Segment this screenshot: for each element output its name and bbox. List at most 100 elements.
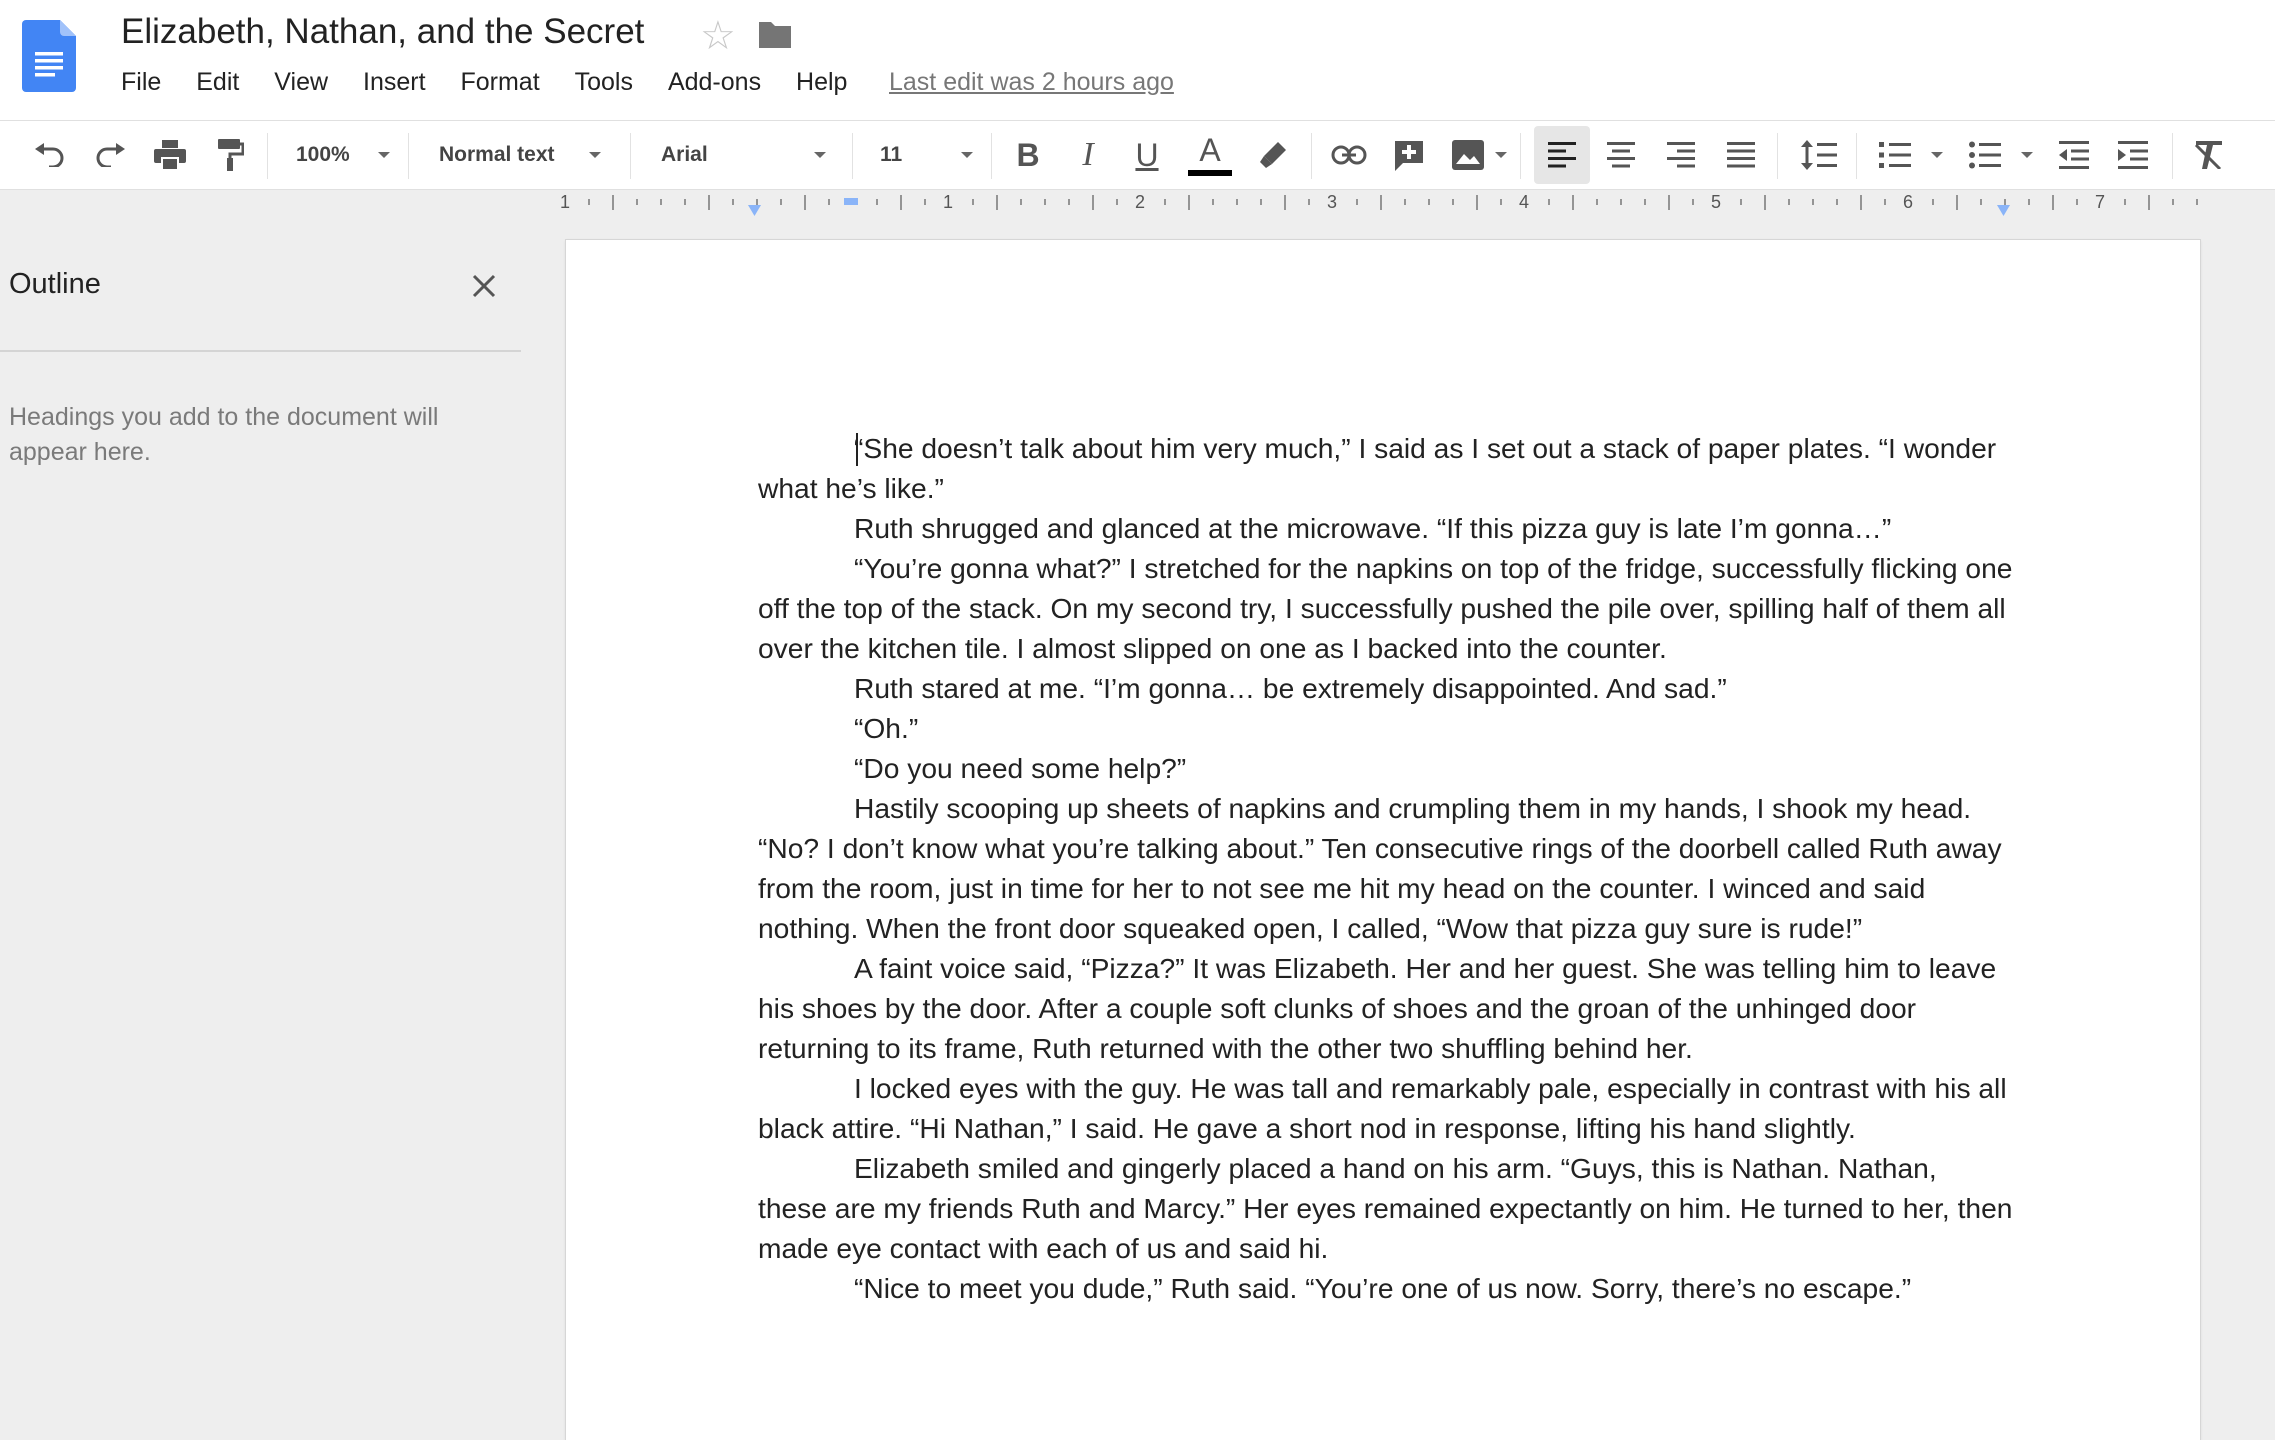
numbered-list-button[interactable] [1873, 121, 1917, 189]
align-left-button[interactable] [1534, 126, 1590, 184]
clear-formatting-button[interactable] [2187, 121, 2231, 189]
right-indent-marker[interactable] [1997, 205, 2010, 216]
separator [2172, 133, 2173, 179]
paragraph[interactable]: “You’re gonna what?” I stretched for the… [758, 548, 2013, 668]
ruler-number: 7 [2095, 192, 2105, 212]
chevron-down-icon[interactable] [2021, 152, 2033, 158]
first-line-indent-marker[interactable] [844, 198, 858, 205]
highlight-button[interactable] [1251, 121, 1295, 189]
italic-button[interactable]: I [1066, 121, 1110, 189]
decrease-indent-icon [2059, 141, 2089, 169]
font-size-select[interactable]: 11 [880, 121, 973, 189]
highlight-pen-icon [1260, 142, 1286, 168]
app-header: Elizabeth, Nathan, and the Secret ☆ File… [0, 0, 2275, 120]
ruler-number: 2 [1135, 192, 1145, 212]
menu-view[interactable]: View [274, 68, 328, 97]
align-right-button[interactable] [1659, 121, 1703, 189]
chevron-down-icon [589, 152, 601, 158]
menu-file[interactable]: File [121, 68, 161, 97]
font-size-value: 11 [880, 143, 903, 166]
text-color-label: A [1199, 132, 1221, 168]
separator [267, 133, 268, 179]
ruler[interactable]: 1 1 2 3 4 5 6 7 [560, 190, 2210, 220]
folder-icon[interactable] [757, 18, 793, 50]
chevron-down-icon [378, 152, 390, 158]
insert-link-button[interactable] [1327, 121, 1371, 189]
separator [852, 133, 853, 179]
zoom-value: 100% [296, 143, 350, 166]
font-value: Arial [661, 143, 708, 166]
line-spacing-button[interactable] [1797, 121, 1841, 189]
paragraph[interactable]: “Do you need some help?” [758, 748, 2013, 788]
align-center-icon [1607, 142, 1635, 168]
add-comment-icon [1395, 141, 1423, 171]
font-select[interactable]: Arial [661, 121, 826, 189]
menu-addons[interactable]: Add-ons [668, 68, 761, 97]
text-color-button[interactable]: A [1185, 121, 1235, 189]
ruler-labels: 1 1 2 3 4 5 6 7 [560, 192, 2105, 212]
bulleted-list-icon [1969, 141, 2001, 169]
underline-button[interactable]: U [1125, 121, 1169, 189]
separator [1777, 133, 1778, 179]
ruler-number: 5 [1711, 192, 1721, 212]
chevron-down-icon [814, 152, 826, 158]
paragraph[interactable]: “Nice to meet you dude,” Ruth said. “You… [758, 1268, 2013, 1308]
insert-comment-button[interactable] [1387, 121, 1431, 189]
last-edit-link[interactable]: Last edit was 2 hours ago [889, 68, 1174, 97]
insert-image-button[interactable] [1446, 121, 1490, 189]
menu-help[interactable]: Help [796, 68, 847, 97]
separator [408, 133, 409, 179]
undo-button[interactable] [28, 121, 72, 189]
style-select[interactable]: Normal text [439, 121, 601, 189]
separator [991, 133, 992, 179]
docs-logo-icon[interactable] [22, 20, 76, 92]
paragraph[interactable]: “She doesn’t talk about him very much,” … [758, 428, 2013, 508]
paragraph[interactable]: A faint voice said, “Pizza?” It was Eliz… [758, 948, 2013, 1068]
ruler-number: 1 [560, 192, 570, 212]
text-cursor [856, 433, 858, 466]
paragraph[interactable]: Elizabeth smiled and gingerly placed a h… [758, 1148, 2013, 1268]
menu-tools[interactable]: Tools [575, 68, 633, 97]
outline-title: Outline [9, 268, 101, 300]
redo-button[interactable] [88, 121, 132, 189]
chevron-down-icon[interactable] [1931, 152, 1943, 158]
paragraph[interactable]: Hastily scooping up sheets of napkins an… [758, 788, 2013, 948]
paragraph[interactable]: Ruth stared at me. “I’m gonna… be extrem… [758, 668, 2013, 708]
align-center-button[interactable] [1599, 121, 1643, 189]
separator [1856, 133, 1857, 179]
justify-button[interactable] [1719, 121, 1763, 189]
left-indent-marker[interactable] [748, 205, 761, 216]
document-body[interactable]: “She doesn’t talk about him very much,” … [758, 428, 2013, 1308]
chevron-down-icon[interactable] [1495, 152, 1507, 158]
align-justify-icon [1727, 142, 1755, 168]
bold-button[interactable]: B [1006, 121, 1050, 189]
paragraph[interactable]: “Oh.” [758, 708, 2013, 748]
menu-format[interactable]: Format [460, 68, 539, 97]
text-color-swatch [1188, 170, 1232, 176]
print-icon [154, 140, 186, 170]
clear-formatting-icon [2194, 141, 2222, 169]
print-button[interactable] [148, 121, 192, 189]
document-title[interactable]: Elizabeth, Nathan, and the Secret [121, 12, 644, 52]
separator [630, 133, 631, 179]
ruler-ticks [588, 195, 2198, 210]
image-icon [1452, 140, 1484, 170]
style-value: Normal text [439, 143, 555, 166]
menu-edit[interactable]: Edit [196, 68, 239, 97]
link-icon [1331, 145, 1367, 165]
menu-bar: File Edit View Insert Format Tools Add-o… [121, 68, 875, 102]
paint-format-button[interactable] [208, 121, 252, 189]
zoom-select[interactable]: 100% [296, 121, 390, 189]
separator [1311, 133, 1312, 179]
bulleted-list-button[interactable] [1963, 121, 2007, 189]
paragraph[interactable]: I locked eyes with the guy. He was tall … [758, 1068, 2013, 1148]
ruler-number: 4 [1519, 192, 1529, 212]
increase-indent-button[interactable] [2111, 121, 2155, 189]
decrease-indent-button[interactable] [2052, 121, 2096, 189]
separator [1520, 133, 1521, 179]
star-icon[interactable]: ☆ [700, 14, 736, 58]
menu-insert[interactable]: Insert [363, 68, 426, 97]
line-spacing-icon [1801, 140, 1837, 170]
paragraph[interactable]: Ruth shrugged and glanced at the microwa… [758, 508, 2013, 548]
close-icon[interactable] [468, 270, 500, 302]
